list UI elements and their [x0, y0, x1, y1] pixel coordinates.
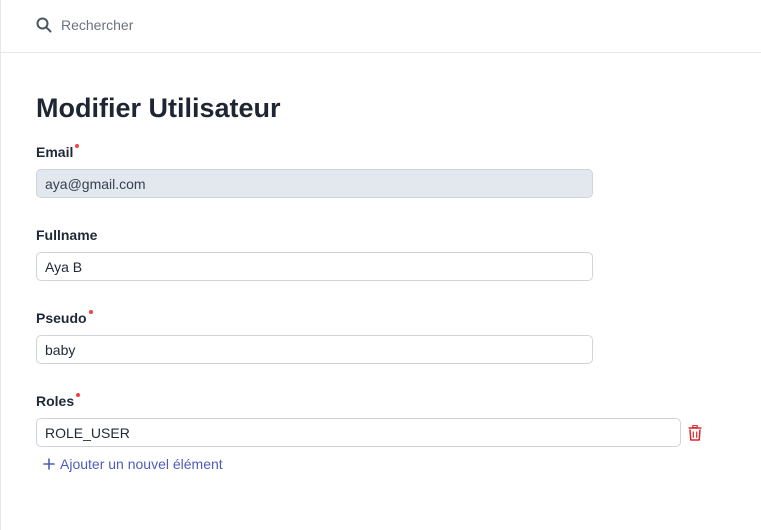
pseudo-field[interactable] [36, 335, 593, 364]
page-title: Modifier Utilisateur [36, 93, 281, 123]
top-bar [1, 0, 761, 53]
fullname-label-text: Fullname [36, 227, 98, 243]
required-indicator [88, 310, 93, 314]
left-border [0, 0, 1, 530]
pseudo-label: Pseudo [36, 309, 93, 327]
roles-label-text: Roles [36, 393, 75, 409]
email-label: Email [36, 143, 80, 161]
fullname-field[interactable] [36, 252, 593, 281]
trash-icon[interactable] [688, 425, 702, 441]
roles-label: Roles [36, 392, 81, 410]
required-indicator [75, 144, 80, 148]
role-item-field[interactable] [36, 418, 681, 447]
add-role-button[interactable]: Ajouter un nouvel élément [43, 455, 223, 473]
add-role-label: Ajouter un nouvel élément [60, 456, 223, 472]
fullname-label: Fullname [36, 226, 97, 244]
search-icon [36, 17, 52, 33]
email-field[interactable] [36, 169, 593, 198]
plus-icon [43, 458, 55, 470]
pseudo-label-text: Pseudo [36, 310, 87, 326]
required-indicator [76, 393, 81, 397]
email-label-text: Email [36, 144, 74, 160]
search-input[interactable] [61, 14, 361, 36]
